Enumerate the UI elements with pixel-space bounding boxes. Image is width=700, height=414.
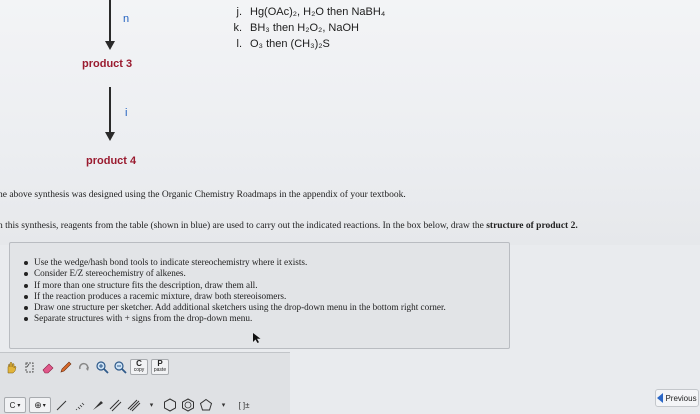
benzene-icon[interactable] [180, 398, 195, 413]
copy-button[interactable]: C copy [130, 359, 148, 375]
chevron-left-icon [657, 393, 664, 403]
paste-button[interactable]: P paste [151, 359, 169, 375]
sketcher-toolbar: C copy P paste C ▾ ⊕ ▾ ▾ ▾ []± [0, 352, 290, 414]
bracket-tool[interactable]: [ ]± [234, 398, 254, 413]
instruction-item: Draw one structure per sketcher. Add add… [24, 302, 446, 313]
step-i-letter: i [125, 107, 128, 119]
eraser-icon[interactable] [40, 360, 55, 375]
chevron-down-icon: ▾ [149, 402, 154, 409]
reagent-row-l: l. O₃ then (CH₃)₂S [226, 36, 385, 52]
rotate-icon[interactable] [76, 360, 91, 375]
instruction-item: Consider E/Z stereochemistry of alkenes. [24, 268, 446, 279]
copy-button-sub: copy [133, 367, 145, 373]
wedge-bond-icon[interactable] [90, 398, 105, 413]
reaction-arrow-n-shaft [109, 0, 111, 42]
carbon-atom-dropdown[interactable]: C ▾ [4, 397, 26, 413]
cyclopentane-icon[interactable] [198, 398, 213, 413]
reaction-arrow-i-head [105, 132, 115, 141]
lasso-select-icon[interactable] [22, 360, 37, 375]
instruction-item: If the reaction produces a racemic mixtu… [24, 291, 446, 302]
product-4-label: product 4 [86, 155, 137, 167]
previous-button[interactable]: Previous [655, 389, 699, 407]
reagent-row-k: k. BH₃ then H₂O₂, NaOH [226, 20, 385, 36]
chevron-down-icon: ▾ [17, 402, 21, 409]
reaction-arrow-i-shaft [109, 87, 111, 133]
reagent-key: j. [236, 6, 243, 18]
chevron-down-icon: ▾ [221, 402, 226, 409]
charge-dropdown[interactable]: ⊕ ▾ [29, 397, 51, 413]
single-bond-icon[interactable] [54, 398, 69, 413]
hash-bond-icon[interactable] [72, 398, 87, 413]
copy-button-label: C [136, 359, 142, 368]
mouse-cursor-icon [252, 332, 262, 346]
reagent-key: l. [236, 38, 243, 50]
zoom-in-icon[interactable] [94, 360, 109, 375]
zoom-out-icon[interactable] [112, 360, 127, 375]
triple-bond-icon[interactable] [126, 398, 141, 413]
toolbar-row-1: C copy P paste [4, 359, 169, 375]
instruction-item: Use the wedge/hash bond tools to indicat… [24, 257, 446, 268]
ring-tool-dropdown[interactable]: ▾ [216, 398, 231, 413]
intro-line-1: he above synthesis was designed using th… [0, 190, 406, 200]
step-n-letter: n [123, 13, 130, 25]
intro-line-2: n this synthesis, reagents from the tabl… [0, 221, 578, 231]
reagent-row-j: j. Hg(OAc)₂, H₂O then NaBH₄ [226, 4, 386, 20]
intro-line-2-bold: structure of product 2. [486, 221, 578, 231]
toolbar-row-2: C ▾ ⊕ ▾ ▾ ▾ []± [4, 397, 254, 413]
cyclohexane-icon[interactable] [162, 398, 177, 413]
paste-button-sub: paste [153, 367, 167, 373]
product-3-label: product 3 [82, 58, 133, 70]
charge-label: ⊕ [34, 399, 42, 410]
reagent-text: Hg(OAc)₂, H₂O then NaBH₄ [250, 6, 386, 18]
pencil-draw-icon[interactable] [58, 360, 73, 375]
reaction-arrow-n-head [105, 41, 115, 50]
reagent-text: O₃ then (CH₃)₂S [250, 38, 330, 50]
previous-button-label: Previous [665, 393, 697, 403]
carbon-atom-label: C [9, 400, 16, 410]
intro-line-2-text: n this synthesis, reagents from the tabl… [0, 221, 487, 231]
reagent-table: j. Hg(OAc)₂, H₂O then NaBH₄ k. BH₃ then … [226, 4, 385, 52]
double-bond-icon[interactable] [108, 398, 123, 413]
instructions-list: Use the wedge/hash bond tools to indicat… [24, 257, 446, 325]
paste-button-label: P [157, 359, 163, 368]
chevron-down-icon: ▾ [42, 402, 46, 409]
reagent-text: BH₃ then H₂O₂, NaOH [250, 22, 359, 34]
instruction-item: Separate structures with + signs from th… [24, 313, 446, 324]
hand-tool-icon[interactable] [4, 360, 19, 375]
chain-tool-dropdown[interactable]: ▾ [144, 398, 159, 413]
instruction-item: If more than one structure fits the desc… [24, 280, 446, 291]
reagent-key: k. [233, 22, 242, 34]
bracket-label: [ ]± [238, 400, 250, 410]
